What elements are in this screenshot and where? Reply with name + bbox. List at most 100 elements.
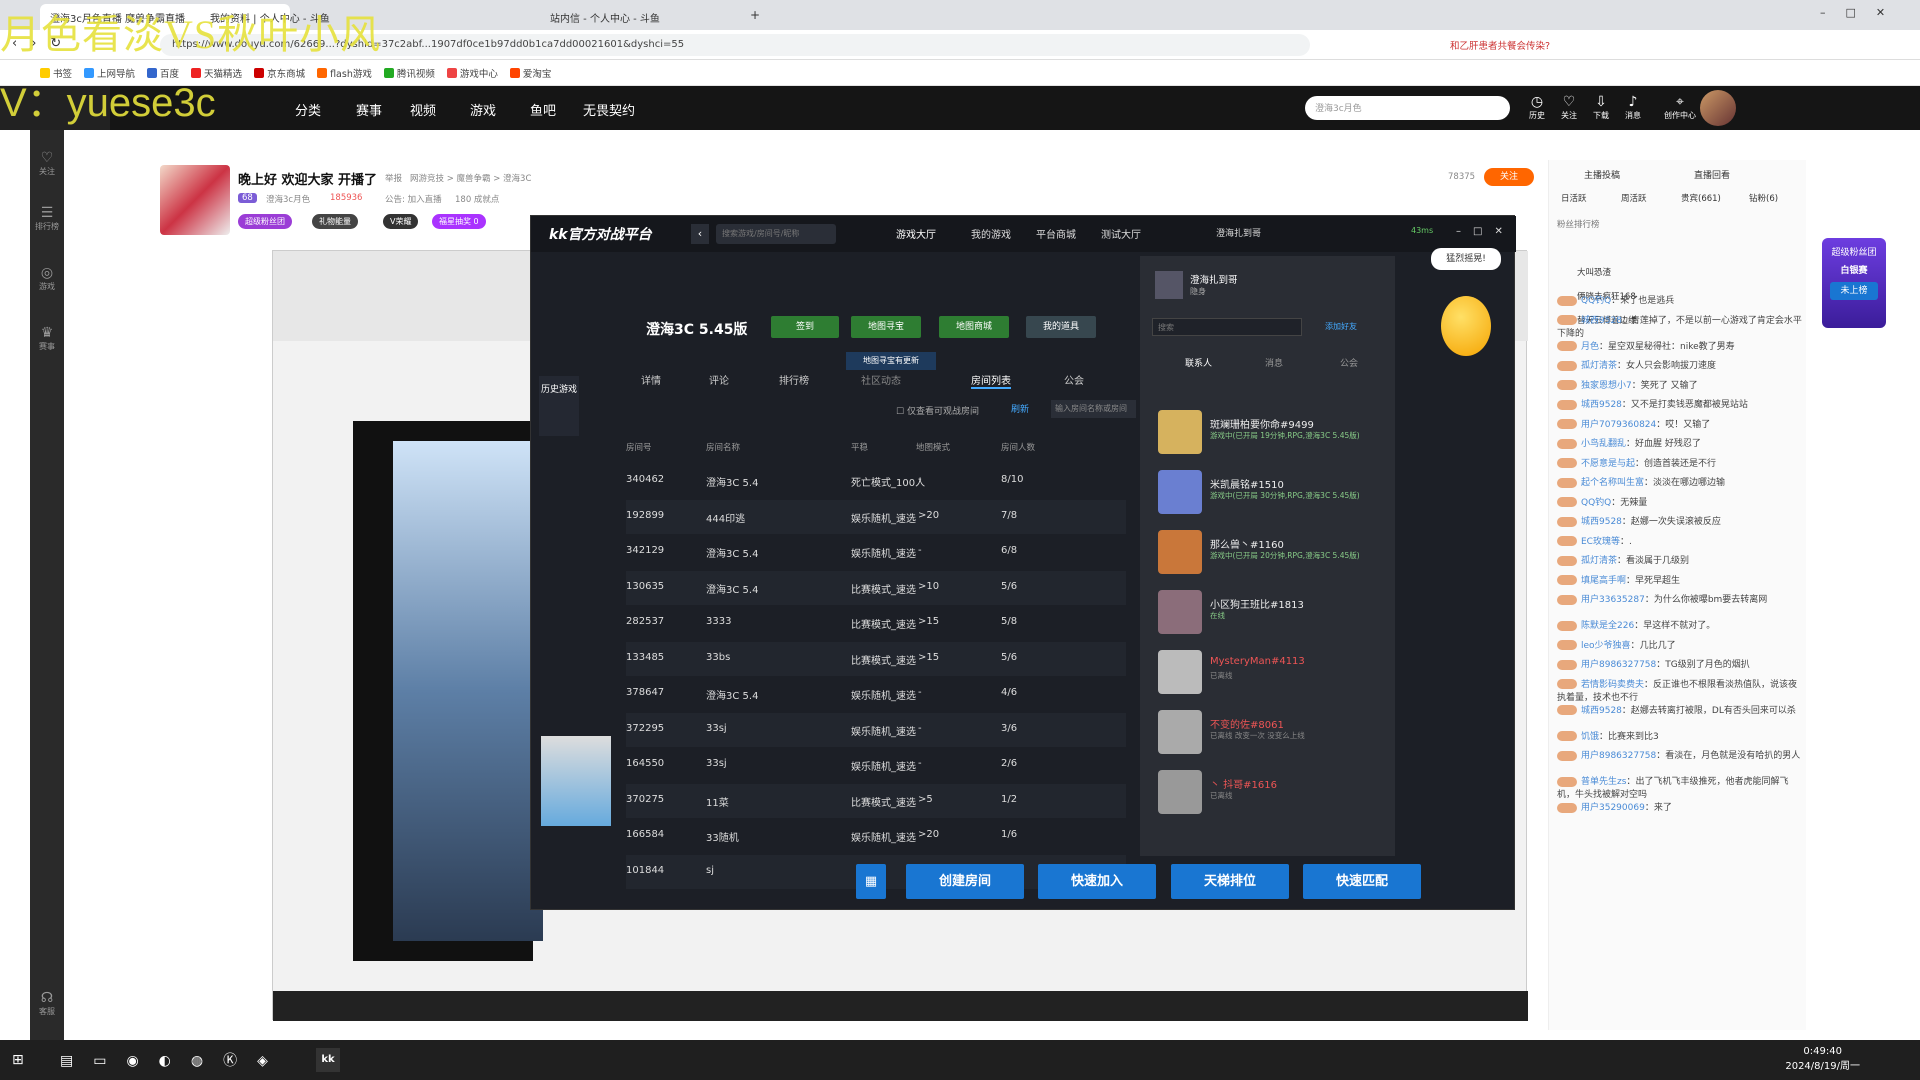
chat-username[interactable]: 孤灯清茶 <box>1581 556 1617 566</box>
room-row[interactable]: 342129 澄海3C 5.4 娱乐随机_速选 - 6/8 <box>626 535 1126 569</box>
tab-diamond[interactable]: 钻粉(6) <box>1749 192 1778 204</box>
bookmark-item[interactable]: 京东商城 <box>254 66 305 80</box>
chat-username[interactable]: 若情影码卖费夫 <box>1581 680 1644 690</box>
chat-username[interactable]: leo少爷独喜 <box>1581 641 1631 651</box>
follow-button[interactable]: ♡ 关注 <box>1556 94 1582 121</box>
room-row[interactable]: 133485 33bs 比赛模式_速选 >15 5/6 <box>626 641 1126 676</box>
spectate-filter[interactable]: ☐ 仅查看可观战房间 <box>896 404 979 417</box>
message-button[interactable]: ♪ 消息 <box>1620 94 1646 121</box>
room-row[interactable]: 192899 444印逃 娱乐随机_速选 >20 7/8 <box>626 499 1126 534</box>
nav-item[interactable]: 无畏契约 <box>583 100 635 119</box>
window-controls[interactable]: –□✕ <box>1820 6 1905 19</box>
friend-item[interactable]: 不变的佐#8061 已离线 改变一次 没变么上线 <box>1152 706 1387 762</box>
bookmark-item[interactable]: 游戏中心 <box>446 66 498 80</box>
streamer-avatar[interactable] <box>160 165 230 235</box>
rail-service[interactable]: ☊ 客服 <box>30 990 64 1017</box>
download-button[interactable]: ⇩ 下载 <box>1588 94 1614 121</box>
kk-nav-mygames[interactable]: 我的游戏 <box>971 226 1011 241</box>
history-button[interactable]: ◷ 历史 <box>1524 94 1550 121</box>
fan-club-promo[interactable]: 超级粉丝团 白银赛 未上榜 <box>1822 238 1886 328</box>
rank-entry[interactable]: 大叫恐渣 <box>1577 266 1611 278</box>
quick-match-button[interactable]: 快速匹配 <box>1303 864 1421 899</box>
back-icon[interactable]: ‹ <box>691 224 709 244</box>
nav-item[interactable]: 分类 <box>295 100 321 119</box>
ladder-button[interactable]: 天梯排位 <box>1171 864 1289 899</box>
rail-events[interactable]: ♛ 赛事 <box>30 325 64 352</box>
kk-nav-test[interactable]: 测试大厅 <box>1101 226 1141 241</box>
my-items-button[interactable]: 我的道具 <box>1026 316 1096 338</box>
checkin-button[interactable]: 签到 <box>771 316 839 338</box>
friend-item[interactable]: 斑斓珊柏要你命#9499 游戏中(已开局 19分钟,RPG,澄海3C 5.45版) <box>1152 406 1387 462</box>
kk-window-controls[interactable]: –□✕ <box>1456 226 1515 237</box>
follow-button[interactable]: 关注 <box>1484 168 1534 186</box>
tab-daily[interactable]: 日活跃 <box>1561 192 1587 204</box>
chat-username[interactable]: 城西9528 <box>1581 706 1622 716</box>
room-category[interactable]: 网游竞技 > 魔兽争霸 > 澄海3C <box>410 172 531 184</box>
chat-username[interactable]: 饥饿 <box>1581 732 1599 742</box>
chat-username[interactable]: QQ钓Q <box>1581 296 1611 306</box>
tab-vip[interactable]: 贵宾(661) <box>1681 192 1721 204</box>
badge-pill[interactable]: V荣耀 <box>383 214 419 229</box>
chat-username[interactable]: 用户8986327758 <box>1581 660 1656 670</box>
tab-guild[interactable]: 公会 <box>1340 356 1358 369</box>
nav-item[interactable]: 赛事 <box>356 100 382 119</box>
room-row[interactable]: 166584 33随机 娱乐随机_速选 >20 1/6 <box>626 819 1126 853</box>
browser-notice[interactable]: 和乙肝患者共餐会传染? <box>1450 38 1550 52</box>
nav-item[interactable]: 游戏 <box>470 100 496 119</box>
create-room-button[interactable]: 创建房间 <box>906 864 1024 899</box>
map-shop-button[interactable]: 地图商城 <box>939 316 1009 338</box>
room-row[interactable]: 130635 澄海3C 5.4 比赛模式_速选 >10 5/6 <box>626 570 1126 605</box>
chat-username[interactable]: 独家恩想小7 <box>1581 381 1632 391</box>
tab-details[interactable]: 详情 <box>641 372 661 387</box>
golden-egg-icon[interactable] <box>1441 296 1491 356</box>
chat-username[interactable]: 孤灯清茶 <box>1581 361 1617 371</box>
rail-follow[interactable]: ♡ 关注 <box>30 150 64 177</box>
tab-guild[interactable]: 公会 <box>1064 372 1084 387</box>
friend-item[interactable]: 米凯晨铭#1510 游戏中(已开局 30分钟,RPG,澄海3C 5.45版) <box>1152 466 1387 522</box>
avatar[interactable] <box>1700 90 1736 126</box>
chat-username[interactable]: 小鸟乱翻乱 <box>1581 439 1626 449</box>
bookmark-item[interactable]: 爱淘宝 <box>509 66 551 80</box>
badge-pill[interactable]: 礼物能量 <box>312 214 358 229</box>
chat-username[interactable]: 月色 <box>1581 342 1599 352</box>
chat-username[interactable]: 起个名称叫生富 <box>1581 478 1644 488</box>
badge-pill[interactable]: 超级粉丝团 <box>238 214 292 229</box>
contribution-tab[interactable]: 主播投稿 <box>1584 168 1620 181</box>
tab-ranking[interactable]: 排行榜 <box>779 372 809 387</box>
room-row[interactable]: 282537 3333 比赛模式_速选 >15 5/8 <box>626 606 1126 640</box>
tab-messages[interactable]: 消息 <box>1265 356 1283 369</box>
tab-community[interactable]: 社区动态 <box>861 372 901 387</box>
friend-item[interactable]: MysteryMan#4113 已离线 <box>1152 646 1387 702</box>
kk-search-input[interactable]: 搜索游戏/房间号/昵称 <box>716 224 836 244</box>
room-row[interactable]: 340462 澄海3C 5.4 死亡模式_100人 - 8/10 <box>626 464 1126 498</box>
chat-username[interactable]: 不愿意是与起 <box>1581 459 1635 469</box>
report-link[interactable]: 举报 <box>385 172 402 184</box>
system-clock[interactable]: 0:49:40 2024/8/19/周一 <box>1785 1044 1860 1074</box>
new-tab-icon[interactable]: + <box>750 8 760 22</box>
chat-username[interactable]: 用户7079360824 <box>1581 420 1656 430</box>
kk-nav-lobby[interactable]: 游戏大厅 <box>896 226 936 241</box>
chat-username[interactable]: QQ钓Q <box>1581 498 1611 508</box>
chat-username[interactable]: 用户35290069 <box>1581 803 1645 813</box>
tab-room-list[interactable]: 房间列表 <box>971 372 1011 389</box>
rail-rank[interactable]: ☰ 排行榜 <box>30 205 64 232</box>
replay-tab[interactable]: 直播回看 <box>1694 168 1730 181</box>
quick-join-button[interactable]: 快速加入 <box>1038 864 1156 899</box>
search-input[interactable]: 澄海3c月色 <box>1305 96 1510 120</box>
chat-username[interactable]: 用户33635287 <box>1581 595 1645 605</box>
refresh-button[interactable]: 刷新 <box>1011 402 1029 415</box>
browser-tab[interactable]: 站内信 - 个人中心 - 斗鱼 <box>540 4 730 30</box>
tab-weekly[interactable]: 周活跃 <box>1621 192 1647 204</box>
tab-comments[interactable]: 评论 <box>709 372 729 387</box>
chat-username[interactable]: 城西9528 <box>1581 517 1622 527</box>
friend-item[interactable]: 那么兽丶#1160 游戏中(已开局 20分钟,RPG,澄海3C 5.45版) <box>1152 526 1387 582</box>
chat-username[interactable]: 普单先生zs <box>1581 777 1626 787</box>
friend-item[interactable]: 小区狗王班比#1813 在线 <box>1152 586 1387 642</box>
calendar-icon[interactable]: ▦ <box>856 864 886 899</box>
kk-username[interactable]: 澄海扎到哥 <box>1216 226 1261 239</box>
friend-search-input[interactable]: 搜索 <box>1152 318 1302 336</box>
room-row[interactable]: 372295 33sj 娱乐随机_速选 - 3/6 <box>626 712 1126 747</box>
nav-item[interactable]: 视频 <box>410 100 436 119</box>
nav-item[interactable]: 鱼吧 <box>530 100 556 119</box>
kk-nav-shop[interactable]: 平台商城 <box>1036 226 1076 241</box>
